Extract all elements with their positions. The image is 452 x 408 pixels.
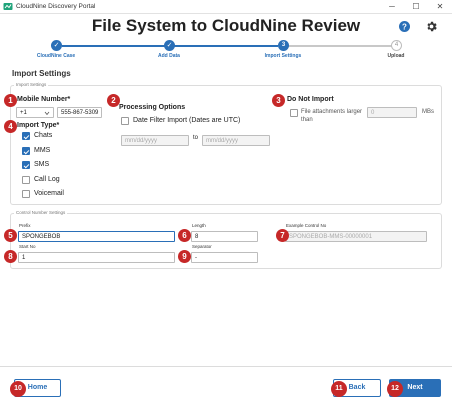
- callout-badge-10: 10: [10, 381, 26, 397]
- example-control-no-label: Example Control No: [286, 223, 327, 228]
- import-type-sms[interactable]: SMS: [22, 161, 92, 171]
- import-type-label: Import Type*: [17, 122, 60, 129]
- do-not-import-label: Do Not Import: [287, 96, 334, 103]
- window-title: CloudNine Discovery Portal: [16, 3, 96, 10]
- window-title-bar: CloudNine Discovery Portal ─ ☐ ✕: [0, 0, 452, 14]
- date-to-input[interactable]: mm/dd/yyyy: [202, 135, 270, 146]
- phone-number-input[interactable]: 555-867-5309: [57, 107, 102, 118]
- callout-badge-1: 1: [4, 94, 17, 107]
- callout-badge-8: 8: [4, 250, 17, 263]
- step-3-number: 3: [278, 40, 289, 51]
- separator-label: Separator: [192, 244, 212, 249]
- step-1-check-icon: ✓: [51, 40, 62, 51]
- callout-badge-11: 11: [331, 381, 347, 397]
- callout-badge-3: 3: [272, 94, 285, 107]
- call-log-checkbox[interactable]: [22, 176, 30, 184]
- example-control-no-field: SPONGEBOB-MMS-00000001: [285, 231, 427, 242]
- chevron-down-icon: [44, 111, 50, 116]
- help-icon[interactable]: ?: [399, 21, 410, 32]
- callout-badge-5: 5: [4, 229, 17, 242]
- country-code-value: +1: [20, 110, 27, 116]
- prefix-input[interactable]: SPONGEBOB: [18, 231, 175, 242]
- date-filter-checkbox[interactable]: [121, 117, 129, 125]
- date-from-input[interactable]: mm/dd/yyyy: [121, 135, 189, 146]
- callout-badge-7: 7: [276, 229, 289, 242]
- date-to-label: to: [193, 135, 199, 141]
- voicemail-checkbox[interactable]: [22, 190, 30, 198]
- attachment-size-input[interactable]: 0: [367, 107, 417, 118]
- chats-label: Chats: [34, 132, 53, 139]
- length-input[interactable]: 8: [191, 231, 258, 242]
- section-title: Import Settings: [12, 69, 71, 78]
- import-type-call-log[interactable]: Call Log: [22, 176, 92, 186]
- attachment-unit-label: MBs: [422, 109, 434, 115]
- step-2-label: Add Data: [158, 53, 180, 59]
- start-no-label: Start No: [19, 244, 36, 249]
- gear-icon[interactable]: [425, 20, 438, 33]
- step-2-check-icon: ✓: [164, 40, 175, 51]
- import-type-mms[interactable]: MMS: [22, 147, 92, 157]
- minimize-button[interactable]: ─: [380, 0, 404, 14]
- page-title: File System to CloudNine Review: [91, 16, 361, 35]
- voicemail-label: Voicemail: [34, 190, 64, 197]
- length-label: Length: [192, 223, 206, 228]
- mobile-number-label: Mobile Number*: [17, 96, 71, 103]
- chats-checkbox[interactable]: [22, 132, 30, 140]
- footer-bar: [0, 366, 452, 408]
- callout-badge-4: 4: [4, 120, 17, 133]
- step-4-label: Upload: [387, 53, 405, 59]
- stepper-line-pending: [284, 45, 396, 47]
- date-filter-label: Date Filter Import (Dates are UTC): [133, 117, 241, 124]
- app-logo-icon: [3, 3, 13, 10]
- call-log-label: Call Log: [34, 176, 60, 183]
- control-number-legend: Control Number Settings: [14, 210, 68, 215]
- mms-checkbox[interactable]: [22, 147, 30, 155]
- processing-options-label: Processing Options: [119, 104, 186, 111]
- callout-badge-12: 12: [387, 381, 403, 397]
- step-4-number: 4: [391, 40, 402, 51]
- close-window-button[interactable]: ✕: [428, 0, 452, 14]
- help-icon-glyph: ?: [402, 22, 407, 31]
- callout-badge-6: 6: [178, 229, 191, 242]
- start-no-input[interactable]: 1: [18, 252, 175, 263]
- separator-input[interactable]: -: [191, 252, 258, 263]
- callout-badge-9: 9: [178, 250, 191, 263]
- import-settings-legend: Import Settings: [14, 82, 49, 87]
- callout-badge-2: 2: [107, 94, 120, 107]
- sms-label: SMS: [34, 161, 50, 168]
- import-type-voicemail[interactable]: Voicemail: [22, 190, 92, 200]
- sms-checkbox[interactable]: [22, 161, 30, 169]
- file-attachments-checkbox[interactable]: [290, 109, 298, 117]
- step-1-label: CloudNine Case: [36, 53, 76, 59]
- file-attachments-label-than: than: [301, 117, 313, 123]
- import-type-chats[interactable]: Chats: [22, 132, 92, 142]
- country-code-select[interactable]: +1: [16, 107, 54, 118]
- prefix-label: Prefix: [19, 223, 31, 228]
- file-attachments-label: File attachments larger: [301, 109, 363, 115]
- step-3-label: Import Settings: [264, 53, 302, 59]
- maximize-button[interactable]: ☐: [404, 0, 428, 14]
- mms-label: MMS: [34, 147, 51, 154]
